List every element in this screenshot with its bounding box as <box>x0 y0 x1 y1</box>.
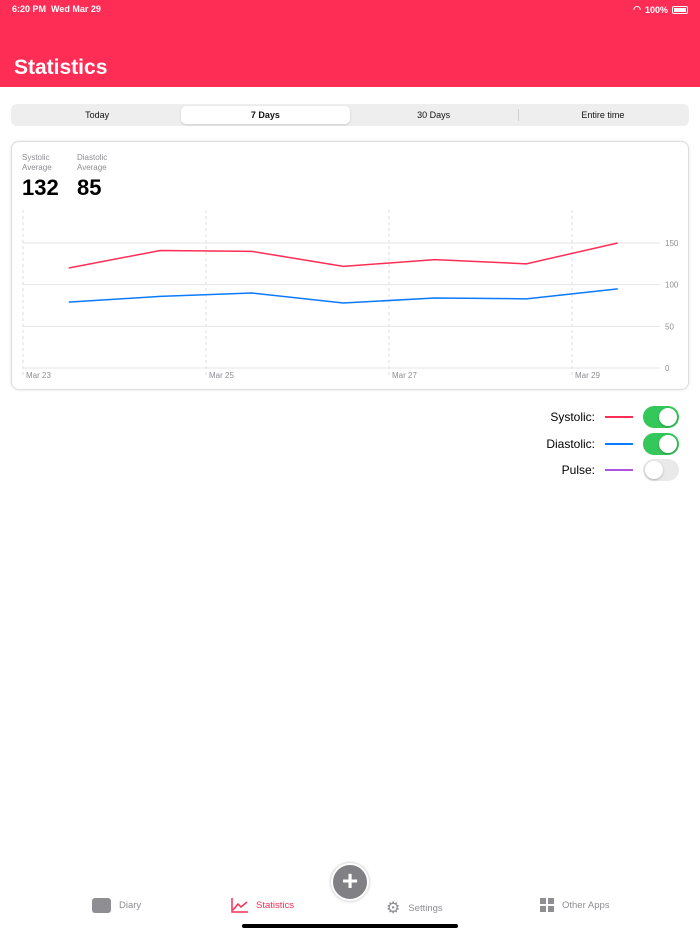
legend-label: Pulse: <box>561 463 595 477</box>
chart-line-icon <box>231 898 248 913</box>
x-tick-label: Mar 27 <box>392 371 417 380</box>
y-tick-label: 0 <box>665 364 670 373</box>
y-tick-label: 100 <box>665 281 679 290</box>
legend-row-diastolic: Diastolic: <box>479 432 679 455</box>
tab-other-apps[interactable]: Other Apps <box>540 898 610 912</box>
home-indicator <box>242 924 458 928</box>
list-icon <box>92 898 111 913</box>
segment-entire-time[interactable]: Entire time <box>519 106 687 124</box>
status-time: 6:20 PM Wed Mar 29 <box>12 4 101 14</box>
legend-line-swatch <box>605 469 633 471</box>
legend-line-swatch <box>605 416 633 418</box>
battery-icon <box>672 5 688 14</box>
segment-30-days[interactable]: 30 Days <box>350 109 519 121</box>
legend-line-swatch <box>605 442 633 445</box>
tab-settings[interactable]: ⚙ Settings <box>386 898 443 918</box>
status-right: ◠ 100% <box>633 4 688 15</box>
series-line-diastolic <box>68 288 618 304</box>
gears-icon: ⚙ <box>386 900 401 917</box>
legend-row-systolic: Systolic: <box>479 406 679 428</box>
wifi-icon: ◠ <box>633 4 641 14</box>
series-toggle[interactable] <box>643 406 679 428</box>
x-tick-label: Mar 29 <box>575 371 600 380</box>
bp-line-chart: Mar 23 Mar 25 Mar 27 Mar 29 0 50 100 150 <box>22 210 679 380</box>
y-tick-label: 50 <box>665 322 674 331</box>
legend-row-pulse: Pulse: <box>479 459 679 481</box>
series-toggle[interactable] <box>643 432 679 455</box>
add-entry-button[interactable]: + <box>331 863 369 901</box>
x-tick-label: Mar 25 <box>209 371 234 380</box>
tab-diary[interactable]: Diary <box>92 898 141 913</box>
header: 6:20 PM Wed Mar 29 ◠ 100% Statistics <box>0 0 700 87</box>
chart-card: Systolic Average 132 Diastolic Average 85 … <box>11 141 689 390</box>
legend-label: Diastolic: <box>546 436 595 451</box>
y-tick-label: 150 <box>665 239 679 248</box>
period-segmented-control: Today 7 Days 30 Days Entire time <box>11 104 689 126</box>
page-title: Statistics <box>14 56 108 79</box>
series-line-systolic <box>68 242 618 269</box>
segment-today[interactable]: Today <box>13 106 181 124</box>
grid-icon <box>540 898 554 912</box>
legend-label: Systolic: <box>550 410 595 424</box>
series-toggle[interactable] <box>643 459 679 481</box>
x-tick-label: Mar 23 <box>26 371 51 380</box>
segment-7-days[interactable]: 7 Days <box>181 106 350 124</box>
tab-statistics[interactable]: Statistics <box>231 898 294 913</box>
